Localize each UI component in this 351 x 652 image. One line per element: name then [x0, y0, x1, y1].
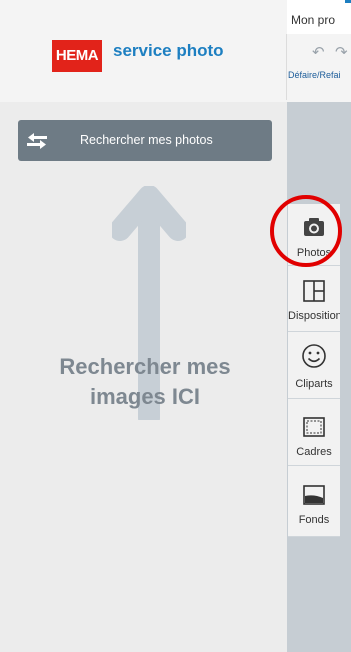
search-photos-label[interactable]: Rechercher mes photos — [80, 133, 213, 147]
hema-logo[interactable]: HEMA — [52, 40, 102, 72]
tool-fonds[interactable]: Fonds — [288, 466, 340, 537]
top-accent-line — [345, 0, 351, 3]
tool-fonds-label: Fonds — [298, 514, 330, 526]
smiley-icon — [302, 344, 326, 368]
background-icon — [303, 485, 325, 505]
tool-cliparts[interactable]: Cliparts — [288, 332, 340, 399]
tool-cadres-label: Cadres — [296, 446, 332, 458]
search-hint-text: Rechercher mes images ICI — [59, 354, 231, 409]
brand-name: service photo — [113, 41, 224, 60]
layout-icon — [303, 280, 325, 302]
frame-icon — [303, 417, 325, 437]
redo-icon[interactable]: ↷ — [335, 43, 348, 61]
highlight-circle — [270, 195, 342, 267]
tool-cliparts-label: Cliparts — [295, 378, 333, 390]
undo-icon[interactable]: ↶ — [312, 43, 325, 61]
project-title[interactable]: Mon pro — [291, 13, 335, 27]
undo-redo-label[interactable]: Défaire/Refai — [288, 70, 341, 80]
tool-cadres[interactable]: Cadres — [288, 399, 340, 466]
tool-disposition-label: Disposition — [288, 310, 340, 322]
swap-arrows-icon — [27, 133, 47, 149]
tool-disposition[interactable]: Disposition — [288, 266, 340, 332]
header-divider — [286, 34, 287, 100]
